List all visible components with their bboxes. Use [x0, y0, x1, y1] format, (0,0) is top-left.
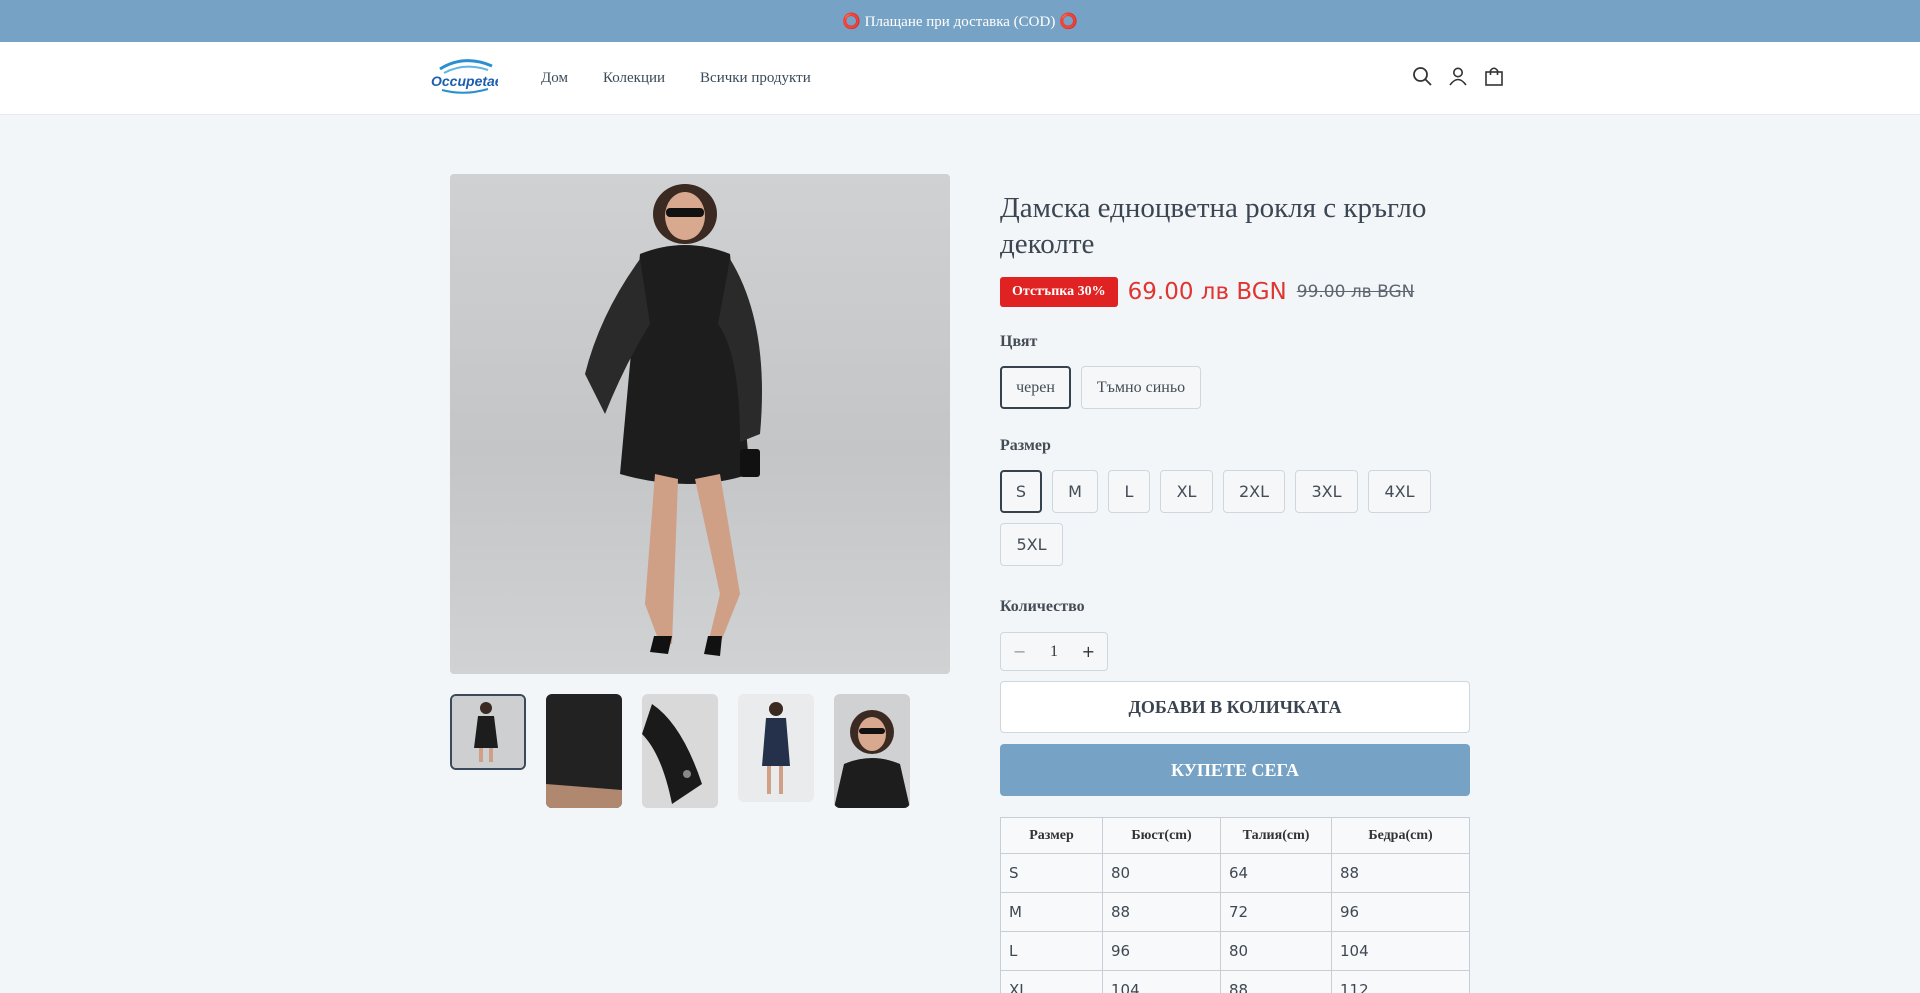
- add-to-cart-button[interactable]: ДОБАВИ В КОЛИЧКАТА: [1000, 681, 1470, 733]
- table-cell: M: [1000, 892, 1103, 932]
- table-cell: S: [1000, 853, 1103, 893]
- size-label: Размер: [1000, 437, 1051, 454]
- table-cell: 112: [1331, 970, 1470, 993]
- table-cell: 88: [1220, 970, 1332, 993]
- size-option-2xl[interactable]: 2XL: [1223, 470, 1285, 513]
- thumbnail-3[interactable]: [642, 694, 718, 808]
- thumbnail-5[interactable]: [834, 694, 910, 808]
- table-header: Размер: [1000, 817, 1103, 854]
- table-cell: 80: [1220, 931, 1332, 971]
- quantity-stepper: − 1 +: [1000, 632, 1108, 671]
- table-cell: 64: [1220, 853, 1332, 893]
- product-info: Дамска едноцветна рокля с кръгло деколте: [1000, 190, 1470, 262]
- nav-all-products[interactable]: Всички продукти: [700, 70, 811, 87]
- table-cell: XL: [1000, 970, 1103, 993]
- size-option-s[interactable]: S: [1000, 470, 1042, 513]
- account-icon[interactable]: [1448, 64, 1468, 88]
- announcement-bar: ⭕ Плащане при доставка (COD) ⭕: [0, 0, 1920, 42]
- table-row: L 96 80 104: [1000, 931, 1470, 971]
- original-price: 99.00 лв BGN: [1296, 282, 1415, 302]
- color-option-navy[interactable]: Тъмно синьо: [1081, 366, 1201, 409]
- size-chart-table: Размер Бюст(cm) Талия(cm) Бедра(cm) S 80…: [1000, 817, 1470, 993]
- search-icon[interactable]: [1412, 64, 1432, 88]
- table-row: M 88 72 96: [1000, 892, 1470, 932]
- quantity-decrease-button[interactable]: −: [1013, 642, 1026, 661]
- header-icons: [1412, 64, 1504, 88]
- thumbnail-strip: [450, 694, 910, 808]
- main-nav: Дом Колекции Всички продукти: [541, 42, 811, 115]
- thumbnail-2[interactable]: [546, 694, 622, 808]
- buy-now-button[interactable]: КУПЕТЕ СЕГА: [1000, 744, 1470, 796]
- table-row: XL 104 88 112: [1000, 970, 1470, 993]
- size-option-xl[interactable]: XL: [1160, 470, 1213, 513]
- thumbnail-4[interactable]: [738, 694, 814, 802]
- table-cell: 80: [1102, 853, 1221, 893]
- cart-icon[interactable]: [1484, 64, 1504, 88]
- product-title: Дамска едноцветна рокля с кръгло деколте: [1000, 192, 1427, 260]
- table-header: Бедра(cm): [1331, 817, 1470, 854]
- table-header-row: Размер Бюст(cm) Талия(cm) Бедра(cm): [1000, 817, 1470, 854]
- price-row: Отстъпка 30% 69.00 лв BGN 99.00 лв BGN: [1000, 277, 1414, 307]
- logo[interactable]: Occupetae: [430, 56, 503, 96]
- table-row: S 80 64 88: [1000, 853, 1470, 893]
- announcement-text: ⭕ Плащане при доставка (COD) ⭕: [842, 13, 1078, 30]
- logo-text: Occupetae: [431, 73, 498, 89]
- table-header: Талия(cm): [1220, 817, 1332, 854]
- discount-badge: Отстъпка 30%: [1000, 277, 1118, 307]
- product-main-image[interactable]: [450, 174, 950, 674]
- table-cell: 104: [1331, 931, 1470, 971]
- size-option-m[interactable]: M: [1052, 470, 1098, 513]
- table-cell: 96: [1331, 892, 1470, 932]
- table-cell: 96: [1102, 931, 1221, 971]
- table-cell: 88: [1331, 853, 1470, 893]
- quantity-label: Количество: [1000, 598, 1085, 615]
- size-option-3xl[interactable]: 3XL: [1295, 470, 1358, 513]
- color-label: Цвят: [1000, 333, 1038, 350]
- table-cell: 88: [1102, 892, 1221, 932]
- nav-collections[interactable]: Колекции: [603, 70, 665, 87]
- size-option-5xl[interactable]: 5XL: [1000, 523, 1063, 566]
- table-cell: 72: [1220, 892, 1332, 932]
- sale-price: 69.00 лв BGN: [1127, 279, 1287, 305]
- table-cell: 104: [1102, 970, 1221, 993]
- table-header: Бюст(cm): [1102, 817, 1221, 854]
- table-cell: L: [1000, 931, 1103, 971]
- size-option-l[interactable]: L: [1108, 470, 1150, 513]
- nav-home[interactable]: Дом: [541, 70, 568, 87]
- color-option-black[interactable]: черен: [1000, 366, 1071, 409]
- site-header: Occupetae Дом Колекции Всички продукти: [0, 42, 1920, 115]
- size-option-4xl[interactable]: 4XL: [1368, 470, 1431, 513]
- thumbnail-1[interactable]: [450, 694, 526, 770]
- quantity-value[interactable]: 1: [1050, 643, 1058, 661]
- quantity-increase-button[interactable]: +: [1082, 642, 1095, 661]
